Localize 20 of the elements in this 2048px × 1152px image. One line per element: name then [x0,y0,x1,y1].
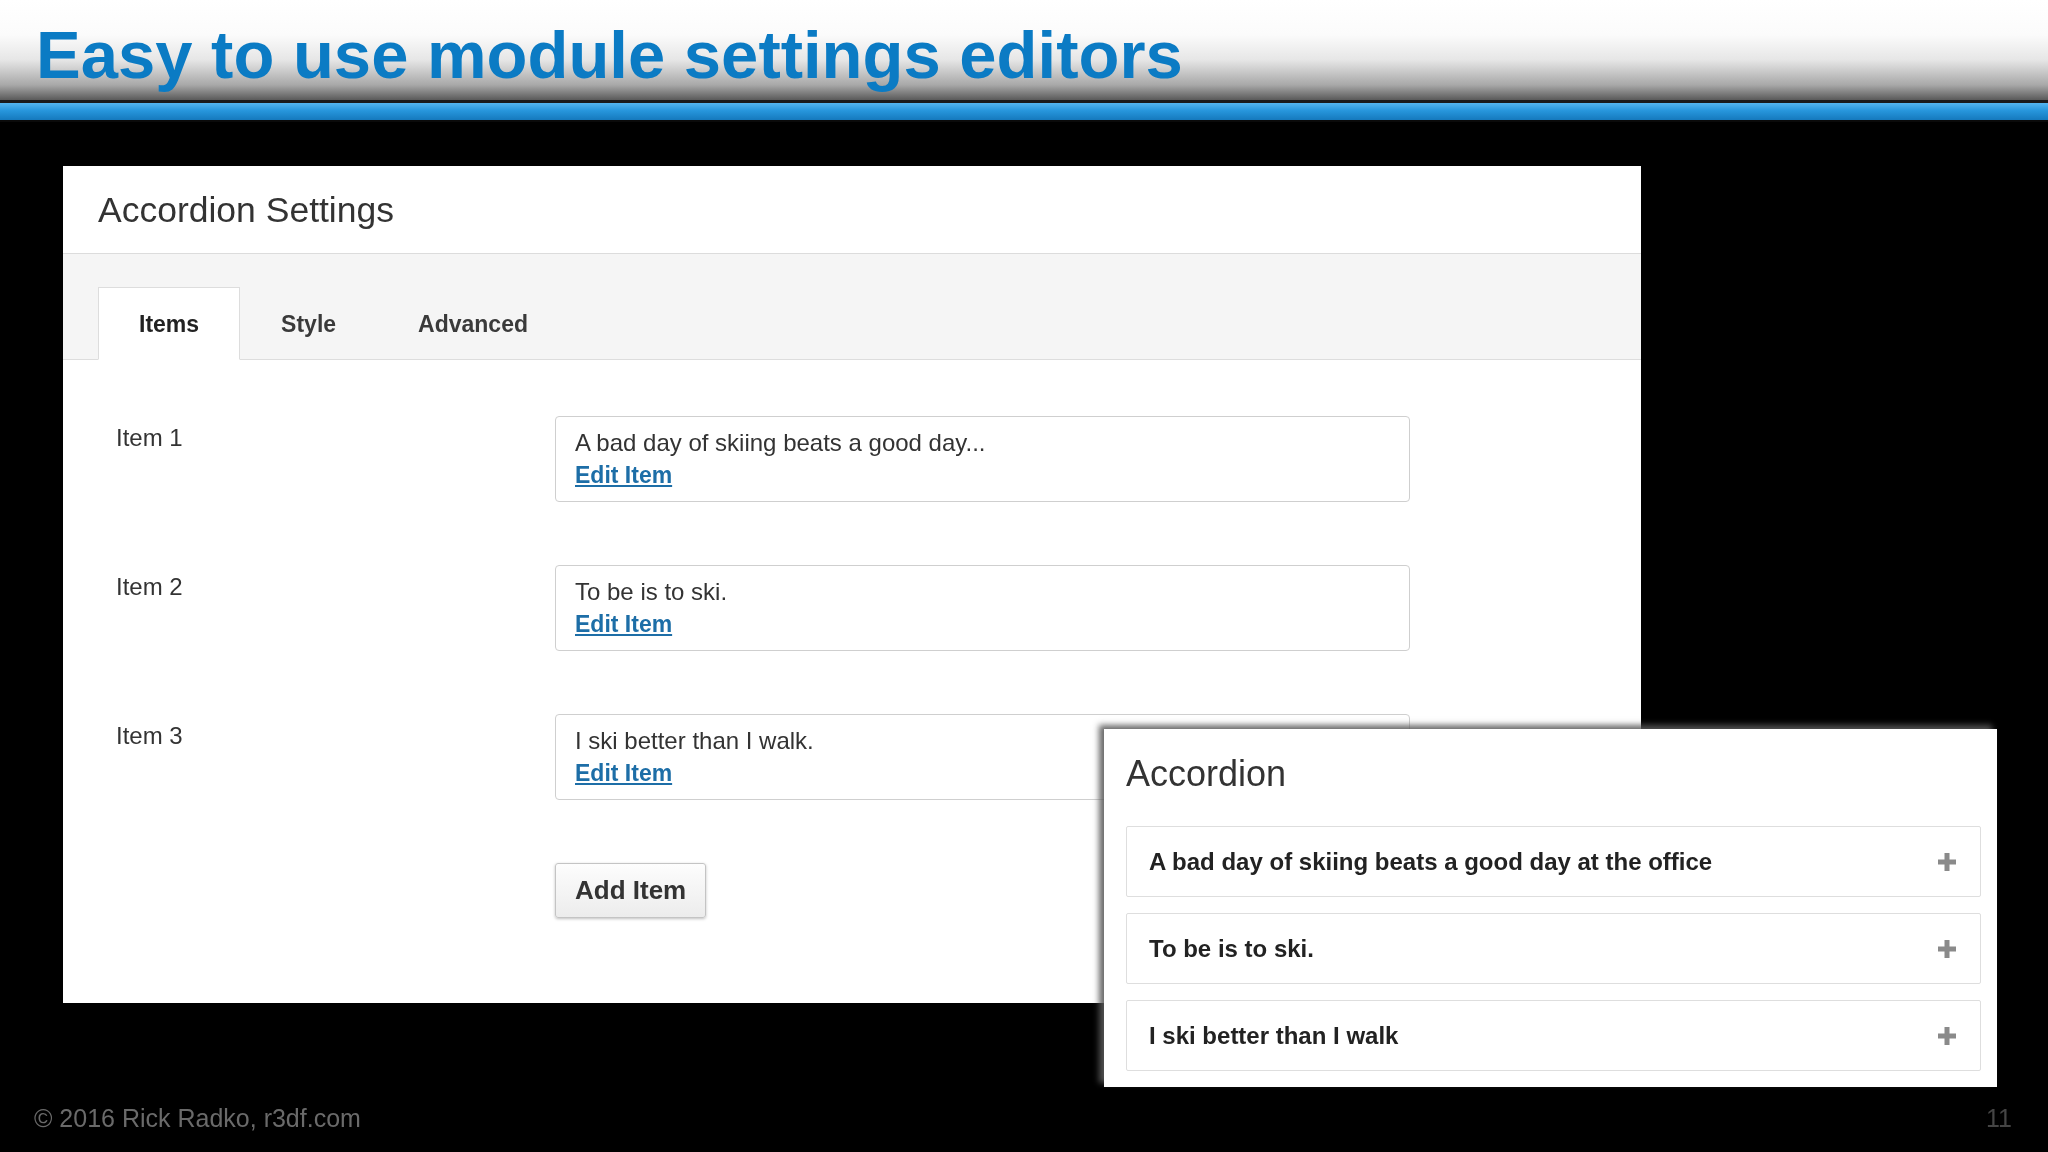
accordion-header[interactable]: A bad day of skiing beats a good day at the office [1126,826,1981,897]
accordion-header[interactable]: To be is to ski. [1126,913,1981,984]
tab[interactable]: Advanced [377,287,569,359]
item-label: Item 1 [116,423,183,453]
accordion-header[interactable]: I ski better than I walk [1126,1000,1981,1071]
copyright-text: © 2016 Rick Radko, r3df.com [34,1103,361,1135]
item-summary: I ski better than I walk. [575,726,814,756]
edit-item-link[interactable]: Edit Item [575,611,673,637]
item-label: Item 3 [116,721,183,751]
preview-title: Accordion [1126,752,1287,796]
add-item-button[interactable]: Add Item [555,863,707,918]
item-summary: To be is to ski. [575,577,728,607]
tab[interactable]: Items [98,287,241,360]
edit-item-link[interactable]: Edit Item [575,462,673,488]
tab[interactable]: Style [240,287,378,359]
edit-item-link[interactable]: Edit Item [575,760,673,786]
page-number: 11 [1986,1103,2012,1135]
item-label: Item 2 [116,572,183,602]
panel-title: Accordion Settings [98,189,394,232]
item-summary: A bad day of skiing beats a good day... [575,428,986,458]
